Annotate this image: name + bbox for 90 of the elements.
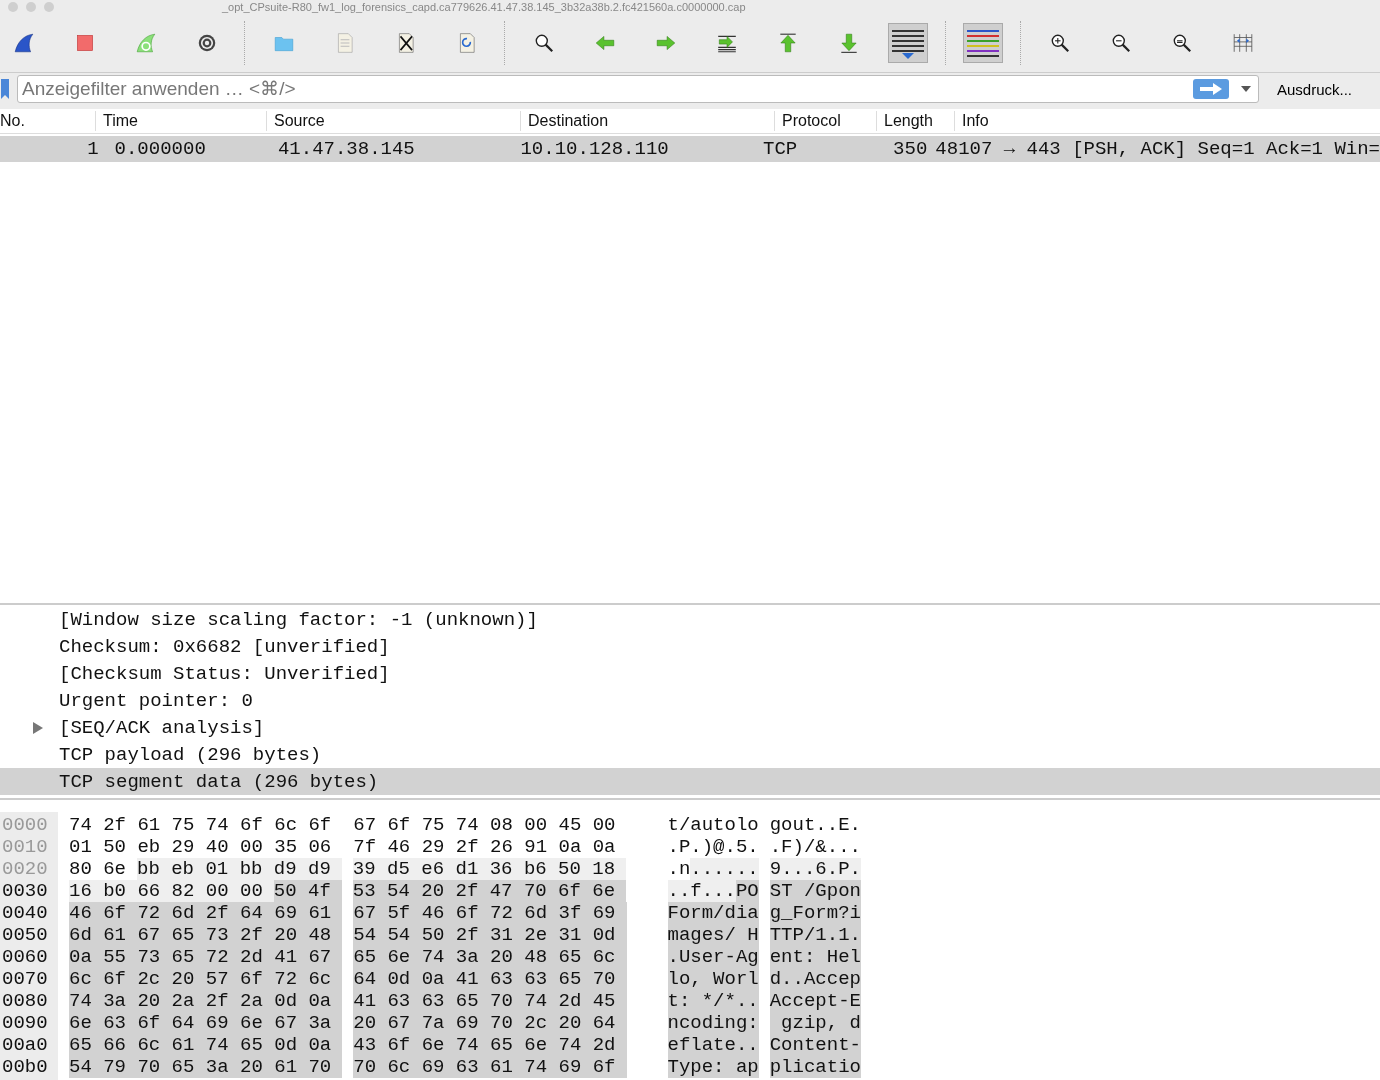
detail-line[interactable]: [SEQ/ACK analysis]: [0, 714, 1380, 741]
offset-label: 0090: [1, 1012, 49, 1034]
ascii-text: ent: Hel: [769, 946, 861, 968]
column-header[interactable]: Destination: [520, 111, 774, 131]
ascii-text: ST /Gpon: [769, 880, 861, 902]
hex-bytes[interactable]: 16 b0 66 82 00 00: [69, 880, 274, 902]
detail-text: [SEQ/ACK analysis]: [59, 716, 265, 739]
offset-label: 0070: [1, 968, 49, 990]
offset-label: 00a0: [1, 1034, 49, 1056]
ascii-text: .User-Ag: [667, 946, 759, 968]
ascii-text: Content-: [769, 1034, 861, 1056]
hex-bytes[interactable]: 64 0d 0a 41 63 63 65 70: [353, 968, 627, 990]
hex-bytes[interactable]: 50 4f: [273, 880, 342, 902]
column-header[interactable]: Info: [954, 111, 1380, 131]
detail-text: TCP payload (296 bytes): [59, 743, 322, 766]
ascii-text: Type: ap: [667, 1056, 759, 1078]
offset-label: 00b0: [1, 1056, 49, 1078]
detail-text: [Checksum Status: Unverified]: [59, 662, 390, 685]
column-header[interactable]: Source: [266, 111, 520, 131]
detail-text: [Window size scaling factor: -1 (unknown)]: [59, 608, 538, 631]
offset-label: 0060: [1, 946, 49, 968]
hex-bytes[interactable]: 54 54 50 2f 31 2e 31 0d: [353, 924, 627, 946]
hex-bytes[interactable]: 70 6c 69 63 61 74 69 6f: [353, 1056, 627, 1078]
hex-bytes[interactable]: 54 79 70 65 3a 20 61 70: [69, 1056, 343, 1078]
column-header[interactable]: Length: [876, 111, 954, 131]
ascii-text: plicatio: [769, 1056, 861, 1078]
hex-bytes[interactable]: 43 6f 6e 74 65 6e 74 2d: [353, 1034, 627, 1056]
expression-button[interactable]: Ausdruck...: [1258, 80, 1380, 98]
autoscroll-button[interactable]: [888, 23, 928, 63]
offset-label: 0000: [1, 814, 49, 836]
hex-bytes[interactable]: 74 3a 20 2a 2f 2a 0d 0a: [69, 990, 343, 1012]
table-cell-text: 41.47.38.145: [276, 138, 416, 160]
offset-label: 0030: [1, 880, 49, 902]
hex-bytes[interactable]: 67 5f 46 6f 72 6d 3f 69: [353, 902, 627, 924]
ascii-text: TTP/1.1.: [769, 924, 861, 946]
ascii-text: lo, Worl: [667, 968, 759, 990]
ascii-text: ......: [690, 858, 759, 880]
ascii-text: gzip, d: [769, 1012, 861, 1034]
table-cell-text: 1: [86, 138, 100, 160]
column-header[interactable]: Protocol: [774, 111, 876, 131]
detail-line[interactable]: [Checksum Status: Unverified]: [0, 660, 1380, 687]
hex-bytes[interactable]: 39 d5 e6 d1 36 b6 50 18: [352, 858, 627, 880]
detail-line[interactable]: Urgent pointer: 0: [0, 687, 1380, 714]
detail-text: Checksum: 0x6682 [unverified]: [59, 635, 390, 658]
table-cell-text: 350: [892, 138, 929, 160]
ascii-text: d..Accep: [769, 968, 861, 990]
ascii-text: 9...6.P.: [769, 858, 861, 880]
detail-line[interactable]: Checksum: 0x6682 [unverified]: [0, 633, 1380, 660]
detail-line[interactable]: [Window size scaling factor: -1 (unknown)]: [0, 606, 1380, 633]
hex-bytes[interactable]: 6d 61 67 65 73 2f 20 48: [69, 924, 343, 946]
table-cell: 48107 → 443 [PSH, ACK] Seq=1 Ack=1 Win=: [935, 138, 1380, 160]
colorize-button[interactable]: [963, 23, 1003, 63]
ascii-text: t: */*..: [667, 990, 759, 1012]
offset-label: 0040: [1, 902, 49, 924]
hex-bytes[interactable]: 0a 55 73 65 72 2d 41 67: [69, 946, 343, 968]
hex-bytes[interactable]: 65 66 6c 61 74 65 0d 0a: [69, 1034, 343, 1056]
offset-label: 0020: [1, 858, 49, 880]
hex-bytes[interactable]: 20 67 7a 69 70 2c 20 64: [353, 1012, 627, 1034]
window-title: _opt_CPsuite-R80_fw1_log_forensics_capd.ca779626.41.47.38.145_3b32a38b.2.fc421560a.c0000000.cap: [222, 1, 746, 13]
hex-bytes[interactable]: 6c 6f 2c 20 57 6f 72 6c: [69, 968, 343, 990]
detail-text: Urgent pointer: 0: [59, 689, 253, 712]
display-filter-field[interactable]: Anzeigefilter anwenden … <⌘/>: [17, 75, 1259, 103]
table-cell-text: TCP: [762, 138, 799, 160]
column-header[interactable]: No.: [0, 111, 95, 131]
ascii-text: mages/ H: [667, 924, 759, 946]
hex-bytes[interactable]: 6e 63 6f 64 69 6e 67 3a: [69, 1012, 343, 1034]
hex-bytes[interactable]: 41 63 63 65 70 74 2d 45: [353, 990, 627, 1012]
offset-label: 0080: [1, 990, 49, 1012]
column-header[interactable]: Time: [95, 111, 266, 131]
detail-line[interactable]: TCP payload (296 bytes): [0, 741, 1380, 768]
ascii-text: Accept-E: [769, 990, 861, 1012]
offset-label: 0010: [1, 836, 49, 858]
hex-bytes[interactable]: 53 54 20 2f 47 70 6f 6e: [352, 880, 627, 902]
dropdown-caret-icon[interactable]: [1240, 86, 1251, 92]
ascii-text: PO: [735, 880, 759, 902]
packet-row[interactable]: 1 0.000000 41.47.38.145 10.10.128.110 TCP 350 48107 → 443 [PSH, ACK] Seq=1 Ack=1 Win=: [0, 136, 1380, 162]
ascii-text: ncoding:: [667, 1012, 759, 1034]
ascii-text: g_Form?i: [769, 902, 861, 924]
bookmark-icon[interactable]: [1, 79, 9, 99]
detail-text: TCP segment data (296 bytes): [59, 770, 379, 793]
hex-bytes[interactable]: bb eb 01 bb d9 d9: [137, 858, 342, 880]
ascii-text: eflate..: [667, 1034, 759, 1056]
hex-bytes[interactable]: 65 6e 74 3a 20 48 65 6c: [353, 946, 627, 968]
table-cell-text: 0.000000: [113, 138, 207, 160]
offset-label: 0050: [1, 924, 49, 946]
hex-bytes[interactable]: 46 6f 72 6d 2f 64 69 61: [69, 902, 343, 924]
ascii-text: Form/dia: [667, 902, 759, 924]
ascii-text: ..f...: [667, 880, 736, 902]
expand-triangle-icon[interactable]: [33, 721, 43, 734]
table-cell-text: 10.10.128.110: [519, 138, 670, 160]
